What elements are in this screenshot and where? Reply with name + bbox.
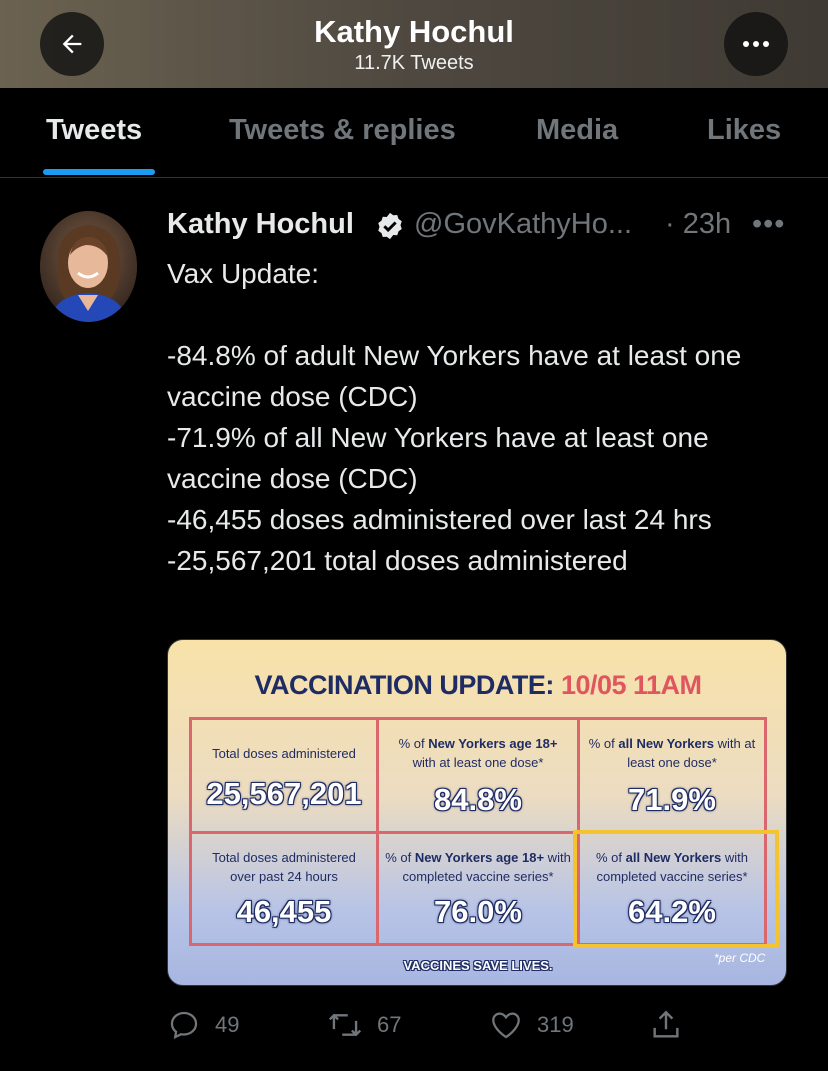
tweet-header: Kathy Hochul @GovKathyHo... · 23h •••: [167, 208, 807, 248]
like-count: 319: [537, 1012, 574, 1037]
active-tab-indicator: [43, 169, 155, 175]
more-horizontal-icon: [743, 41, 769, 47]
stat-cell: Total doses administered over past 24 ho…: [189, 831, 379, 946]
stat-cell: % of all New Yorkers with at least one d…: [577, 717, 767, 834]
avatar[interactable]: [40, 211, 137, 322]
image-date: 10/05 11AM: [560, 670, 702, 700]
tweet-text: Vax Update: -84.8% of adult New Yorkers …: [167, 258, 742, 576]
tweet-actions: 49 67 319: [167, 1005, 727, 1045]
reply-count: 49: [215, 1012, 240, 1037]
like-button[interactable]: 319: [489, 1005, 574, 1045]
stat-cell: % of New Yorkers age 18+ with completed …: [376, 831, 580, 946]
reply-icon: [170, 1011, 198, 1039]
tweet-count: 11.7K Tweets: [354, 52, 474, 74]
stat-label: % of New Yorkers age 18+ with at least o…: [398, 736, 558, 770]
divider: [0, 177, 828, 178]
stat-label: Total doses administered: [212, 746, 356, 761]
stat-label: % of all New Yorkers with at least one d…: [588, 736, 756, 770]
tab-tweets[interactable]: Tweets: [46, 114, 142, 147]
reply-button[interactable]: 49: [167, 1005, 239, 1045]
tweet-image[interactable]: VACCINATION UPDATE: 10/05 11AM Total dos…: [167, 639, 787, 986]
verified-badge-icon: [375, 211, 405, 246]
profile-tabs: Tweets Tweets & replies Media Likes: [0, 88, 828, 178]
image-footnote: *per CDC: [714, 951, 766, 965]
more-options-button[interactable]: [724, 12, 788, 76]
retweet-count: 67: [377, 1012, 402, 1037]
author-name[interactable]: Kathy Hochul: [167, 208, 354, 241]
stat-value: 84.8%: [434, 782, 522, 817]
profile-header: Kathy Hochul 11.7K Tweets: [0, 0, 828, 88]
stat-cell: Total doses administered 25,567,201: [189, 717, 379, 834]
tab-tweets-and-replies[interactable]: Tweets & replies: [229, 114, 456, 147]
stat-cell: % of New Yorkers age 18+ with at least o…: [376, 717, 580, 834]
stat-value: 46,455: [236, 894, 332, 929]
author-handle[interactable]: @GovKathyHo...: [414, 208, 632, 241]
retweet-icon: [328, 1013, 362, 1037]
tweet-timestamp[interactable]: · 23h: [665, 208, 731, 241]
highlight-frame: [573, 830, 779, 948]
tab-likes[interactable]: Likes: [707, 114, 781, 147]
tab-media[interactable]: Media: [536, 114, 618, 147]
image-footer: VACCINES SAVE LIVES.: [403, 958, 553, 973]
share-button[interactable]: [649, 1005, 683, 1045]
heart-icon: [492, 1012, 520, 1039]
tweet-more-icon[interactable]: •••: [752, 208, 785, 241]
stat-label: Total doses administered over past 24 ho…: [212, 850, 356, 884]
share-icon: [653, 1010, 679, 1038]
image-title: VACCINATION UPDATE: 10/05 11AM: [254, 670, 702, 700]
stat-label: % of New Yorkers age 18+ with completed …: [385, 850, 571, 884]
profile-photo: [40, 211, 137, 322]
retweet-button[interactable]: 67: [327, 1005, 401, 1045]
stat-value: 76.0%: [434, 894, 522, 929]
header-title: Kathy Hochul: [314, 14, 514, 49]
stat-value: 25,567,201: [206, 776, 362, 811]
stat-value: 71.9%: [628, 782, 716, 817]
